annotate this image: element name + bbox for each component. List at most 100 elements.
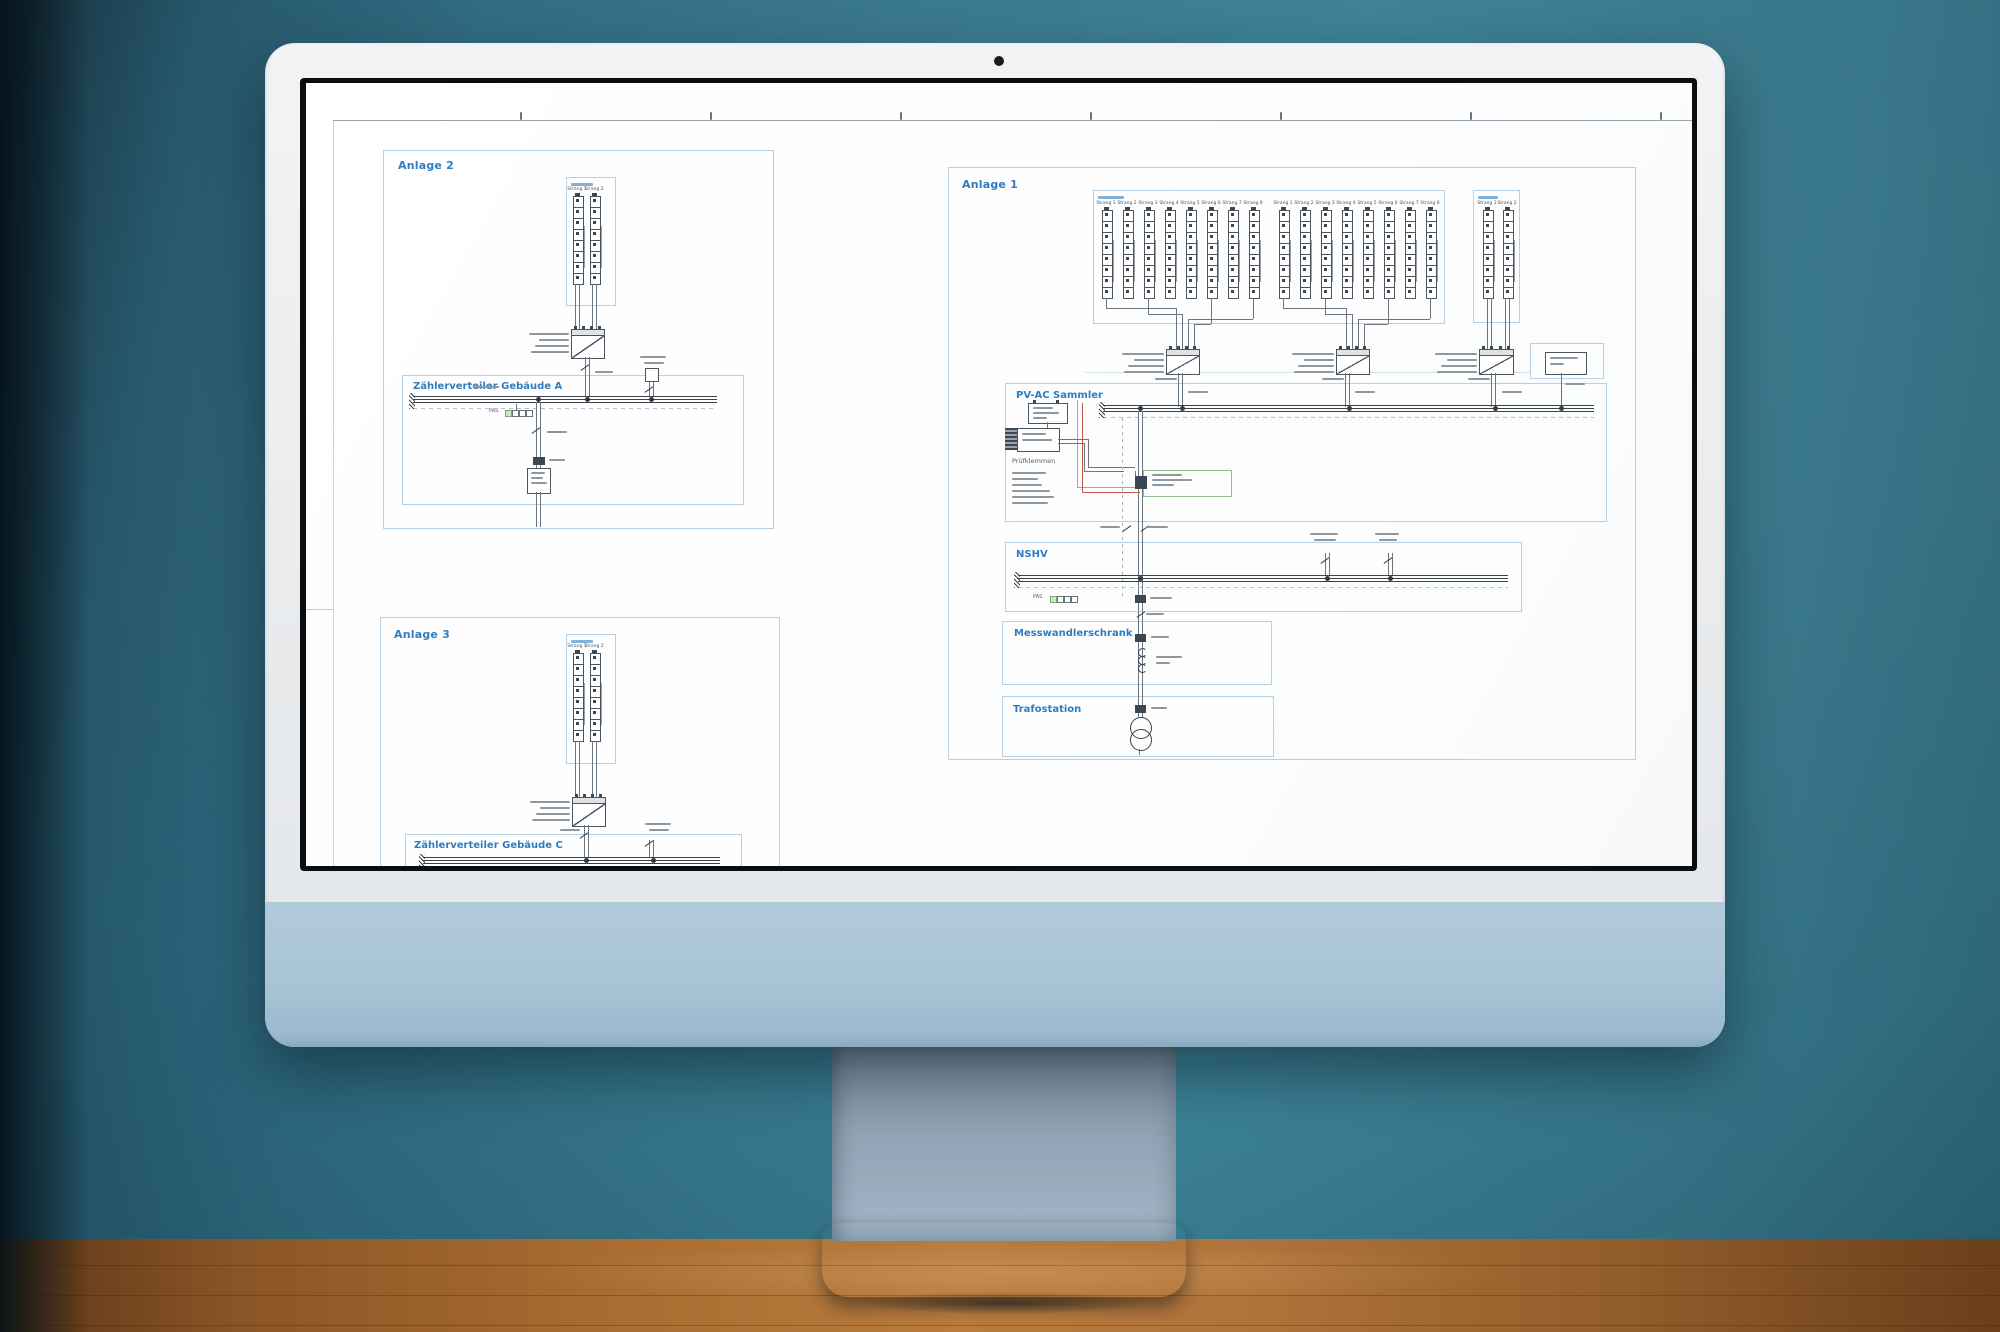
strang-label: Strang 8: [1418, 201, 1442, 206]
pas-terminal: [519, 410, 526, 417]
imac-stand-column: [832, 1045, 1176, 1241]
rotated-text-bar: [1260, 240, 1261, 282]
terminal-nub: [1499, 346, 1502, 349]
wire-segment: [588, 825, 589, 857]
fold-mark: [1280, 112, 1282, 120]
micro-text-bar: [1128, 365, 1164, 367]
wire-segment: [1188, 319, 1253, 320]
schematic-sheet[interactable]: Anlage 2 Zählerverteiler Gebäude A Anlag…: [306, 83, 1692, 866]
terminal-nub: [599, 794, 602, 797]
busbar: [1018, 575, 1508, 576]
wire-segment: [1211, 298, 1212, 324]
switch-element: [1135, 595, 1146, 603]
rotated-text-bar: [1290, 240, 1291, 282]
wire-segment: [1491, 373, 1492, 407]
busbar: [413, 396, 717, 397]
pv-module-symbol: [1300, 287, 1311, 299]
micro-text-bar: [1033, 417, 1047, 419]
pv-ac-sammler-title: PV-AC Sammler: [1016, 390, 1103, 401]
micro-text-bar: [1437, 371, 1477, 373]
wire-segment: [1509, 298, 1510, 349]
micro-text-bar: [1022, 439, 1052, 441]
wire-segment: [579, 284, 580, 329]
micro-text-bar: [1033, 407, 1053, 409]
micro-text-bar: [1292, 353, 1334, 355]
terminal-nub: [1482, 346, 1485, 349]
rotated-text-bar: [1332, 240, 1333, 282]
terminal-nub: [590, 326, 593, 329]
pas-label-nshv: PAS: [1033, 594, 1042, 600]
micro-text-bar: [644, 362, 664, 364]
busbar: [1103, 405, 1594, 406]
micro-text-bar: [1322, 378, 1344, 380]
rotated-text-bar: [1395, 240, 1396, 282]
micro-text-bar: [1134, 359, 1164, 361]
wire-segment: [653, 840, 654, 857]
micro-text-bar: [1012, 478, 1038, 480]
fold-mark: [900, 112, 902, 120]
pv-module-symbol: [1279, 287, 1290, 299]
wire-segment: [1358, 319, 1359, 349]
wire-segment: [1084, 443, 1085, 471]
pv-module-symbol: [1186, 287, 1197, 299]
wire-segment: [333, 120, 1692, 121]
inverter-body: [1336, 355, 1370, 375]
rotated-text-bar: [1155, 240, 1156, 282]
micro-text-bar: [1441, 365, 1477, 367]
busbar-end-hatch: [1014, 572, 1020, 588]
wire-segment: [1182, 373, 1183, 407]
trafostation-title: Trafostation: [1013, 704, 1081, 715]
wire-segment: [592, 284, 593, 329]
wire-segment: [1047, 422, 1048, 428]
micro-text-bar: [536, 813, 570, 815]
busbar: [1103, 408, 1594, 409]
busbar: [413, 399, 717, 400]
micro-text-bar: [649, 829, 669, 831]
micro-text-bar: [1033, 412, 1059, 414]
pv-module-symbol: [1321, 287, 1332, 299]
pv-module-symbol: [1384, 287, 1395, 299]
junction-dot: [1325, 576, 1330, 581]
wire-segment: [1077, 487, 1140, 488]
terminal-nub: [1355, 346, 1358, 349]
micro-text-bar: [645, 823, 671, 825]
neutral-dash-line: [413, 408, 717, 409]
terminal-nub: [1490, 346, 1493, 349]
busbar: [1018, 581, 1508, 582]
inverter-body: [572, 803, 606, 827]
strang-label: Strang 8: [1241, 201, 1265, 206]
rotated-text-bar: [601, 226, 602, 268]
wire-segment: [1058, 443, 1084, 444]
pruefklemmen-label: Prüfklemmen: [1012, 457, 1055, 465]
wire-segment: [1148, 314, 1182, 315]
pv-module-symbol: [1102, 287, 1113, 299]
micro-text-bar: [1012, 502, 1048, 504]
rotated-text-bar: [1311, 240, 1312, 282]
wire-segment: [585, 357, 586, 396]
wire-segment: [1106, 298, 1107, 308]
imac-stand-foot: [822, 1223, 1186, 1297]
wire-segment: [1388, 553, 1389, 575]
pv-module-symbol: [1207, 287, 1218, 299]
rotated-text-bar: [1494, 240, 1495, 282]
nshv-title: NSHV: [1016, 549, 1048, 560]
micro-bluetext-bar: [1098, 196, 1124, 199]
busbar: [413, 402, 717, 403]
strang-label: Strang 2: [582, 187, 606, 192]
micro-text-bar: [1298, 365, 1334, 367]
micro-text-bar: [1355, 391, 1375, 393]
micro-text-bar: [1502, 391, 1522, 393]
micro-text-bar: [1155, 378, 1177, 380]
wire-segment: [1561, 373, 1562, 408]
wire-segment: [1283, 308, 1346, 309]
pas-terminal: [1050, 596, 1057, 603]
terminal-nub: [1177, 346, 1180, 349]
micro-text-bar: [547, 431, 567, 433]
busbar: [423, 857, 720, 858]
micro-text-bar: [1435, 353, 1477, 355]
junction-dot: [649, 397, 654, 402]
busbar: [423, 860, 720, 861]
ct-arc: [1138, 664, 1147, 673]
wire-segment: [1253, 298, 1254, 319]
micro-text-bar: [531, 477, 543, 479]
